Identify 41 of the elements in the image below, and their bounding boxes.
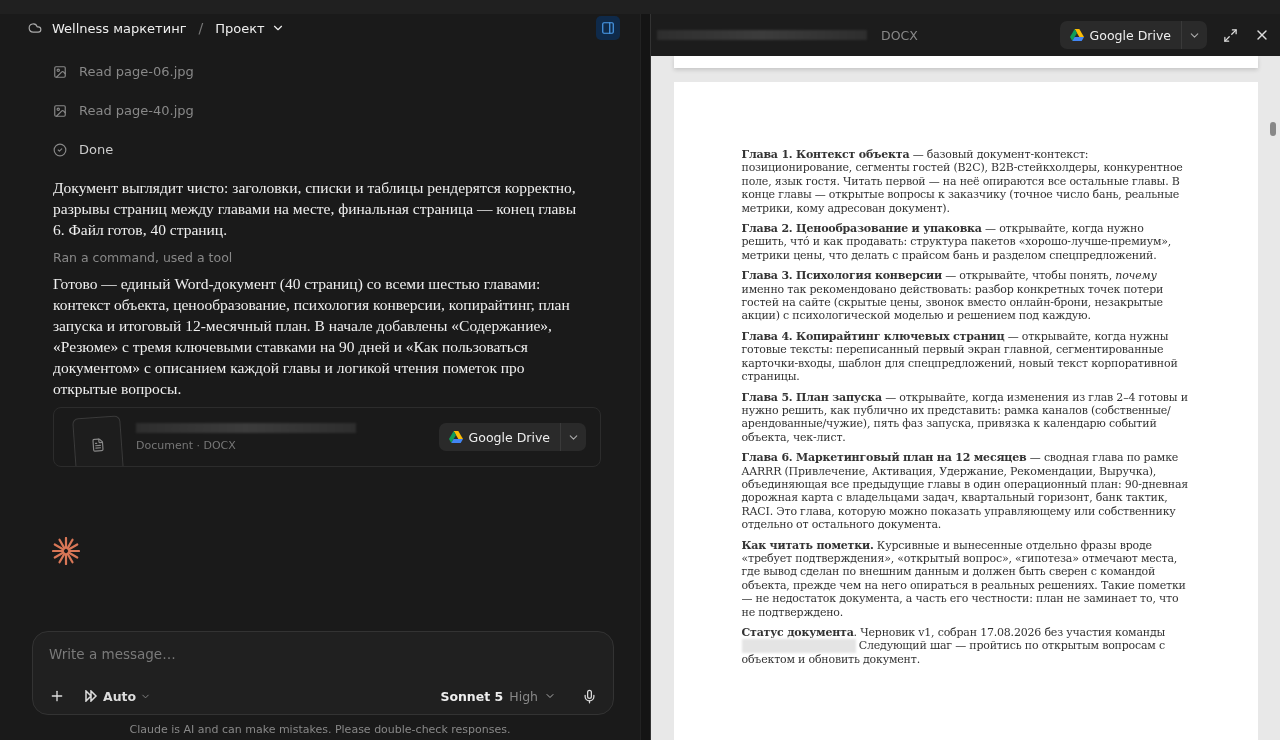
panel-toggle-button[interactable] [596, 16, 620, 40]
mode-selector[interactable]: Auto [85, 688, 152, 704]
add-button[interactable] [49, 688, 65, 704]
document-paragraph: Глава 1. Контекст объекта — базовый документ-контекст: позиционирование, сегменты гостей (B2C), B2B-стейкхолдеры, конкурентное поле, язык гостя. Читать первой — на неё опираются все остальные главы. В конце главы — открытые вопросы к заказчику (точное число бань, реальные метрики, кому адресован документ). [741, 148, 1184, 216]
fast-forward-icon [85, 690, 99, 702]
assistant-message: Документ выглядит чисто: заголовки, списки и таблицы рендерятся корректно, разрывы страниц между главами на месте, финальная страница — конец главы 6. Файл готов, 40 страниц. [53, 178, 578, 240]
side-panel-icon [601, 21, 615, 35]
drive-logo-icon [448, 431, 463, 443]
disclaimer: Claude is AI and can make mistakes. Please double-check responses. [128, 722, 512, 738]
document-paragraph: Глава 5. План запуска — открывайте, когда изменения из глав 2–4 готовы и нужно решить, как публично их представить: рамка каналов (собственные/арендованные/чужие), пять фаз запуска, привязка к календарю событий объекта, чек-лист. [741, 390, 1189, 445]
expand-icon[interactable] [1223, 27, 1238, 43]
scrollbar-thumb[interactable] [1270, 122, 1276, 136]
save-to-drive-button[interactable]: Google Drive [1059, 21, 1181, 49]
image-icon [53, 64, 67, 79]
step-label: Read page-06.jpg [79, 64, 194, 79]
drive-logo-icon [1069, 29, 1084, 41]
cloud-icon [28, 21, 42, 35]
file-card[interactable]: Document · DOCX Google Drive [53, 407, 601, 467]
check-circle-icon [53, 142, 67, 157]
file-type: DOCX [881, 27, 918, 43]
document-paragraph: Глава 2. Ценообразование и упаковка — открывайте, когда нужно решить, чтó и как продавать: структура пакетов «хорошо-лучше-премиум», метрики цены, что делать с прайсом бань и разделом спецпредложений. [741, 222, 1173, 263]
microphone-button[interactable] [582, 688, 597, 704]
image-icon [53, 103, 67, 118]
asterisk-icon [52, 537, 80, 565]
step-label: Done [79, 142, 114, 157]
file-thumbnail [72, 415, 124, 466]
document-paragraph: Как читать пометки. Курсивные и вынесенные отдельно фразы вроде «требует подтверждения», «открытый вопрос», «гипотеза» отмечают места, где вывод сделан по внешним данным и должен быть сверен с командой объекта, прежде чем на него опираться в реальных решениях. Такие пометки — не недостаток документа, а часть его честности: план не заминает то, что не подтверждено. [741, 538, 1187, 619]
folder-menu[interactable]: Проект [215, 20, 285, 36]
document-paragraph: Глава 6. Маркетинговый план на 12 месяцев — сводная глава по рамке AARRR (Привлечение, Активация, Удержание, Рекомендации, Выручка), объединяющая все предыдущие главы в один операционный план: 90-дневная дорожная карта с владельцами задач, квартальный горизонт, банк тактик, RACI. Это глава, которую можно показать управляющему или собственнику отдельно от остального документа. [741, 451, 1190, 532]
document-paragraph: Статус документа. Черновик v1, собран 17.08.2026 без участия команды Следующий шаг — пройтись по открытым вопросам с объектом и обновить документ. [741, 626, 1167, 667]
file-meta: Document · DOCX [136, 438, 237, 452]
document-paragraph: Глава 4. Копирайтинг ключевых страниц — открывайте, когда нужны готовые тексты: переписанный первый экран главной, сегментированные карточки-входы, шаблон для спецпредложений, новый текст корпоративной страницы. [741, 329, 1179, 384]
message-input[interactable]: Write a message… [49, 644, 597, 664]
breadcrumb-separator: / [198, 20, 204, 36]
assistant-message: Готово — единый Word-документ (40 страниц) со всеми шестью главами: контекст объекта, ценообразование, психология конверсии, копирайтинг, план запуска и итоговый 12-месячный план. В начале добавлены «Содержание», «Резюме» с тремя ключевыми ставками на 90 дней и «Как пользоваться документом» с описанием каждой главы и логикой чтения пометок про открытые вопросы. [53, 274, 571, 399]
project-name: Wellness маркетинг [52, 20, 187, 36]
tool-summary[interactable]: Ran a command, used a tool [53, 250, 600, 265]
step-label: Read page-40.jpg [79, 103, 194, 118]
document-paragraph: Глава 3. Психология конверсии — открывайте, чтобы понять, почему именно так рекомендовано действовать: разбор конкретных точек потери гостей на сайте (скрытые цены, звонок вместо онлайн-брони, незакрытые акции) с психологической моделью и решением под каждую. [741, 269, 1165, 323]
save-to-drive-button[interactable]: Google Drive [438, 423, 560, 451]
model-selector[interactable]: Sonnet 5 High [440, 688, 556, 704]
